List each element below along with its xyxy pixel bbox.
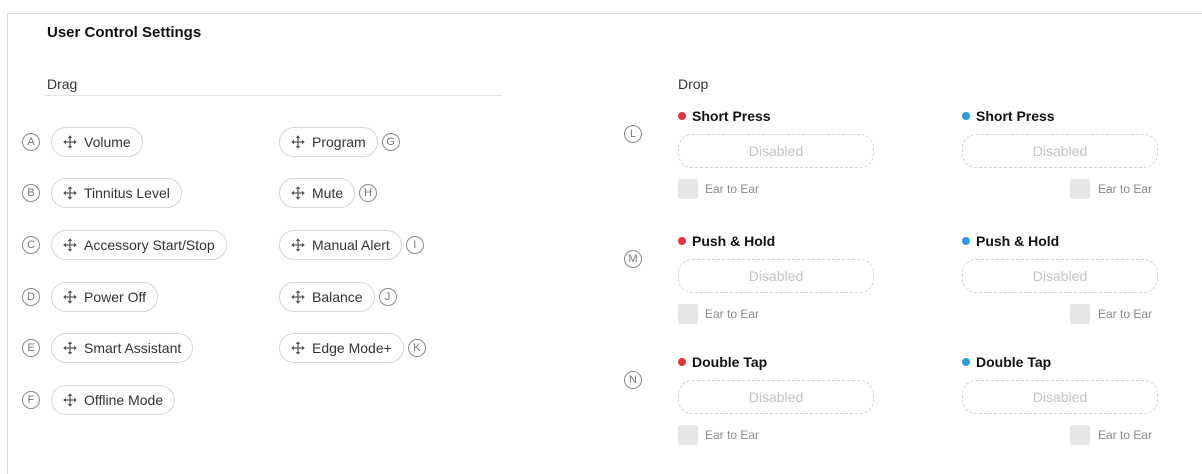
- badge-h: H: [359, 184, 378, 202]
- move-icon: [291, 341, 305, 355]
- badge-b: B: [22, 184, 40, 202]
- drop-title-label: Double Tap: [976, 354, 1052, 370]
- drag-divider: [44, 95, 502, 96]
- ear-to-ear-label: Ear to Ear: [705, 307, 760, 321]
- move-icon: [63, 135, 77, 149]
- blue-dot-icon: [962, 112, 970, 120]
- drop-slot-left[interactable]: Disabled: [678, 134, 874, 168]
- drop-slot-right[interactable]: Disabled: [962, 259, 1158, 293]
- ear-to-ear-left[interactable]: Ear to Ear: [678, 304, 759, 324]
- ear-to-ear-right[interactable]: Ear to Ear: [1070, 425, 1152, 445]
- ear-to-ear-checkbox[interactable]: [678, 425, 698, 445]
- badge-f: F: [22, 391, 40, 409]
- chip-label: Power Off: [84, 289, 146, 305]
- ear-to-ear-left[interactable]: Ear to Ear: [678, 425, 759, 445]
- badge-a: A: [22, 133, 40, 151]
- drop-title-label: Push & Hold: [692, 233, 776, 249]
- move-icon: [63, 238, 77, 252]
- drag-chip-balance[interactable]: Balance: [279, 282, 375, 312]
- ear-to-ear-left[interactable]: Ear to Ear: [678, 179, 759, 199]
- badge-k: K: [407, 339, 426, 357]
- red-dot-icon: [678, 112, 686, 120]
- move-icon: [291, 186, 305, 200]
- ear-to-ear-label: Ear to Ear: [1098, 428, 1153, 442]
- chip-label: Manual Alert: [312, 237, 390, 253]
- chip-label: Edge Mode+: [312, 340, 392, 356]
- drag-chip-edge-mode[interactable]: Edge Mode+: [279, 333, 404, 363]
- badge-e: E: [22, 339, 40, 357]
- drop-title-right: Double Tap: [962, 354, 1051, 370]
- chip-label: Volume: [84, 134, 131, 150]
- chip-label: Program: [312, 134, 366, 150]
- badge-i: I: [405, 236, 424, 254]
- blue-dot-icon: [962, 237, 970, 245]
- drop-title-label: Double Tap: [692, 354, 768, 370]
- drag-chip-smart-assistant[interactable]: Smart Assistant: [51, 333, 194, 363]
- drag-chip-offline-mode[interactable]: Offline Mode: [51, 385, 176, 415]
- move-icon: [63, 393, 77, 407]
- drop-title-right: Short Press: [962, 108, 1055, 124]
- badge-l: L: [624, 125, 642, 143]
- chip-label: Smart Assistant: [84, 340, 182, 356]
- move-icon: [291, 135, 305, 149]
- badge-g: G: [381, 133, 400, 151]
- drag-chip-power-off[interactable]: Power Off: [51, 282, 158, 312]
- badge-j: J: [378, 288, 397, 306]
- badge-c: C: [22, 236, 40, 254]
- chip-label: Accessory Start/Stop: [84, 237, 215, 253]
- ear-to-ear-checkbox[interactable]: [1070, 425, 1090, 445]
- page-title: User Control Settings: [47, 24, 202, 41]
- drag-chip-manual-alert[interactable]: Manual Alert: [279, 230, 402, 260]
- drop-title-label: Push & Hold: [976, 233, 1060, 249]
- ear-to-ear-label: Ear to Ear: [1098, 182, 1153, 196]
- move-icon: [63, 186, 77, 200]
- drag-chip-program[interactable]: Program: [279, 127, 378, 157]
- ear-to-ear-right[interactable]: Ear to Ear: [1070, 304, 1152, 324]
- drop-title-label: Short Press: [976, 108, 1055, 124]
- ear-to-ear-label: Ear to Ear: [1098, 307, 1153, 321]
- chip-label: Tinnitus Level: [84, 185, 170, 201]
- ear-to-ear-checkbox[interactable]: [1070, 304, 1090, 324]
- badge-n: N: [624, 371, 642, 389]
- move-icon: [291, 238, 305, 252]
- ear-to-ear-label: Ear to Ear: [705, 428, 760, 442]
- ear-to-ear-label: Ear to Ear: [705, 182, 760, 196]
- drop-heading: Drop: [678, 76, 709, 92]
- ear-to-ear-checkbox[interactable]: [1070, 179, 1090, 199]
- red-dot-icon: [678, 237, 686, 245]
- drag-chip-tinnitus-level[interactable]: Tinnitus Level: [51, 178, 182, 208]
- drop-title-left: Double Tap: [678, 354, 767, 370]
- blue-dot-icon: [962, 358, 970, 366]
- ear-to-ear-checkbox[interactable]: [678, 179, 698, 199]
- drop-slot-left[interactable]: Disabled: [678, 259, 874, 293]
- drop-slot-right[interactable]: Disabled: [962, 380, 1158, 414]
- move-icon: [63, 290, 77, 304]
- badge-m: M: [624, 250, 642, 268]
- move-icon: [63, 341, 77, 355]
- drop-title-left: Short Press: [678, 108, 771, 124]
- drag-heading: Drag: [47, 76, 78, 92]
- drag-chip-accessory-start-stop[interactable]: Accessory Start/Stop: [51, 230, 227, 260]
- drop-title-label: Short Press: [692, 108, 771, 124]
- drag-chip-volume[interactable]: Volume: [51, 127, 143, 157]
- chip-label: Offline Mode: [84, 392, 164, 408]
- drop-slot-right[interactable]: Disabled: [962, 134, 1158, 168]
- badge-d: D: [22, 288, 40, 306]
- drag-chip-mute[interactable]: Mute: [279, 178, 356, 208]
- chip-label: Mute: [312, 185, 344, 201]
- chip-label: Balance: [312, 289, 363, 305]
- ear-to-ear-right[interactable]: Ear to Ear: [1070, 179, 1152, 199]
- drop-slot-left[interactable]: Disabled: [678, 380, 874, 414]
- red-dot-icon: [678, 358, 686, 366]
- ear-to-ear-checkbox[interactable]: [678, 304, 698, 324]
- drop-title-left: Push & Hold: [678, 233, 775, 249]
- drop-title-right: Push & Hold: [962, 233, 1059, 249]
- move-icon: [291, 290, 305, 304]
